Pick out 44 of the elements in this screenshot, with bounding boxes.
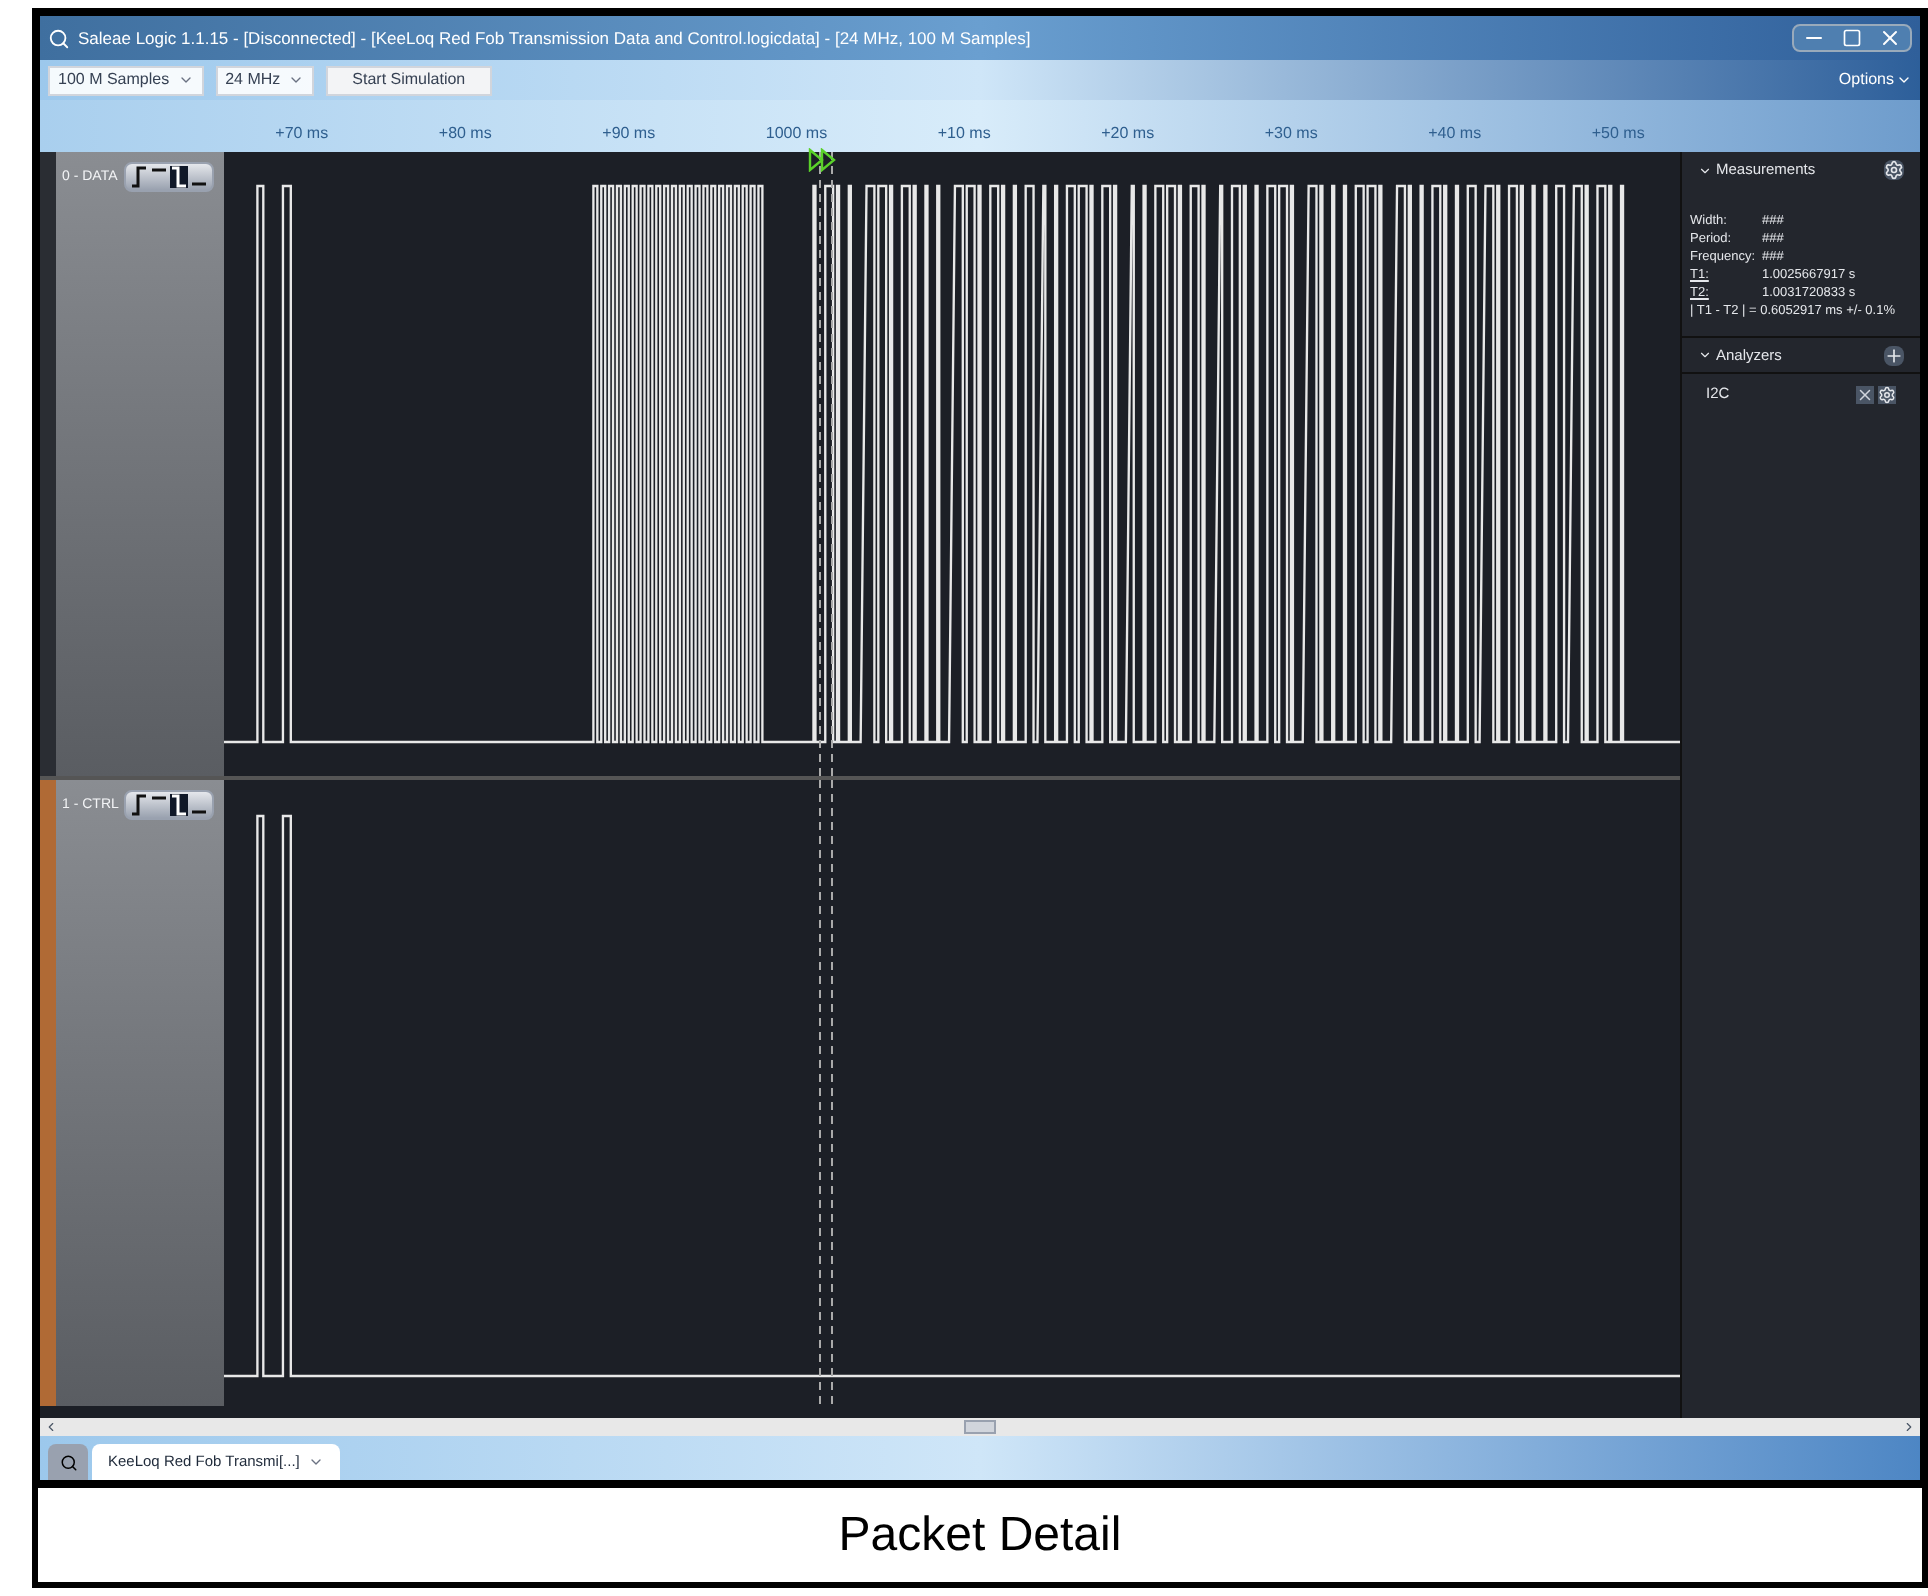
time-label: +30 ms — [1264, 122, 1318, 146]
time-label: +90 ms — [602, 122, 656, 146]
cursor-line[interactable] — [818, 780, 822, 1406]
collapse-icon — [1698, 163, 1712, 177]
samples-dropdown[interactable]: 100 M Samples — [48, 65, 204, 95]
cursor-line[interactable] — [818, 152, 822, 776]
rising-edge-icon[interactable] — [130, 794, 149, 816]
options-menu[interactable]: Options — [1838, 68, 1912, 92]
rising-edge-icon[interactable] — [129, 166, 148, 188]
caret-icon — [288, 72, 305, 88]
caret-icon — [307, 1454, 324, 1470]
time-label: +10 ms — [937, 122, 991, 146]
time-label: 1000 ms — [765, 122, 828, 146]
trigger-buttons[interactable] — [124, 790, 215, 820]
trigger-marker-icon[interactable] — [808, 148, 836, 172]
add-icon[interactable] — [1884, 345, 1904, 365]
caption: Packet Detail — [838, 1505, 1122, 1565]
horizontal-scrollbar[interactable] — [40, 1418, 1920, 1436]
settings-icon[interactable] — [1878, 385, 1896, 403]
time-label: +70 ms — [275, 122, 329, 146]
falling-edge-icon[interactable] — [170, 794, 189, 816]
trigger-buttons[interactable] — [123, 162, 214, 192]
caret-icon — [1896, 72, 1912, 88]
falling-edge-icon[interactable] — [169, 166, 188, 188]
search-tab[interactable] — [48, 1444, 88, 1480]
app-icon — [48, 27, 70, 49]
start-simulation-button[interactable]: Start Simulation — [326, 65, 492, 95]
settings-icon[interactable] — [1884, 160, 1904, 180]
rate-dropdown[interactable]: 24 MHz — [215, 65, 315, 95]
cursor-line[interactable] — [830, 780, 834, 1406]
time-label: +40 ms — [1428, 122, 1482, 146]
cursor-line[interactable] — [830, 152, 834, 776]
caret-icon — [177, 72, 194, 88]
close-icon[interactable] — [1856, 385, 1874, 403]
scroll-left-icon[interactable] — [44, 1420, 58, 1434]
time-label: +20 ms — [1101, 122, 1155, 146]
scroll-thumb[interactable] — [964, 1420, 996, 1434]
collapse-icon — [1698, 348, 1712, 362]
window-title: Saleae Logic 1.1.15 - [Disconnected] - [KeeLoq Red Fob Transmission Data and Control.logicdata] - [24 MHz, 100 M Samples] — [78, 25, 1031, 51]
scroll-right-icon[interactable] — [1902, 1420, 1916, 1434]
search-icon — [59, 1453, 77, 1471]
time-label: +80 ms — [438, 122, 492, 146]
time-label: +50 ms — [1591, 122, 1645, 146]
maximize-icon[interactable] — [1842, 28, 1862, 48]
